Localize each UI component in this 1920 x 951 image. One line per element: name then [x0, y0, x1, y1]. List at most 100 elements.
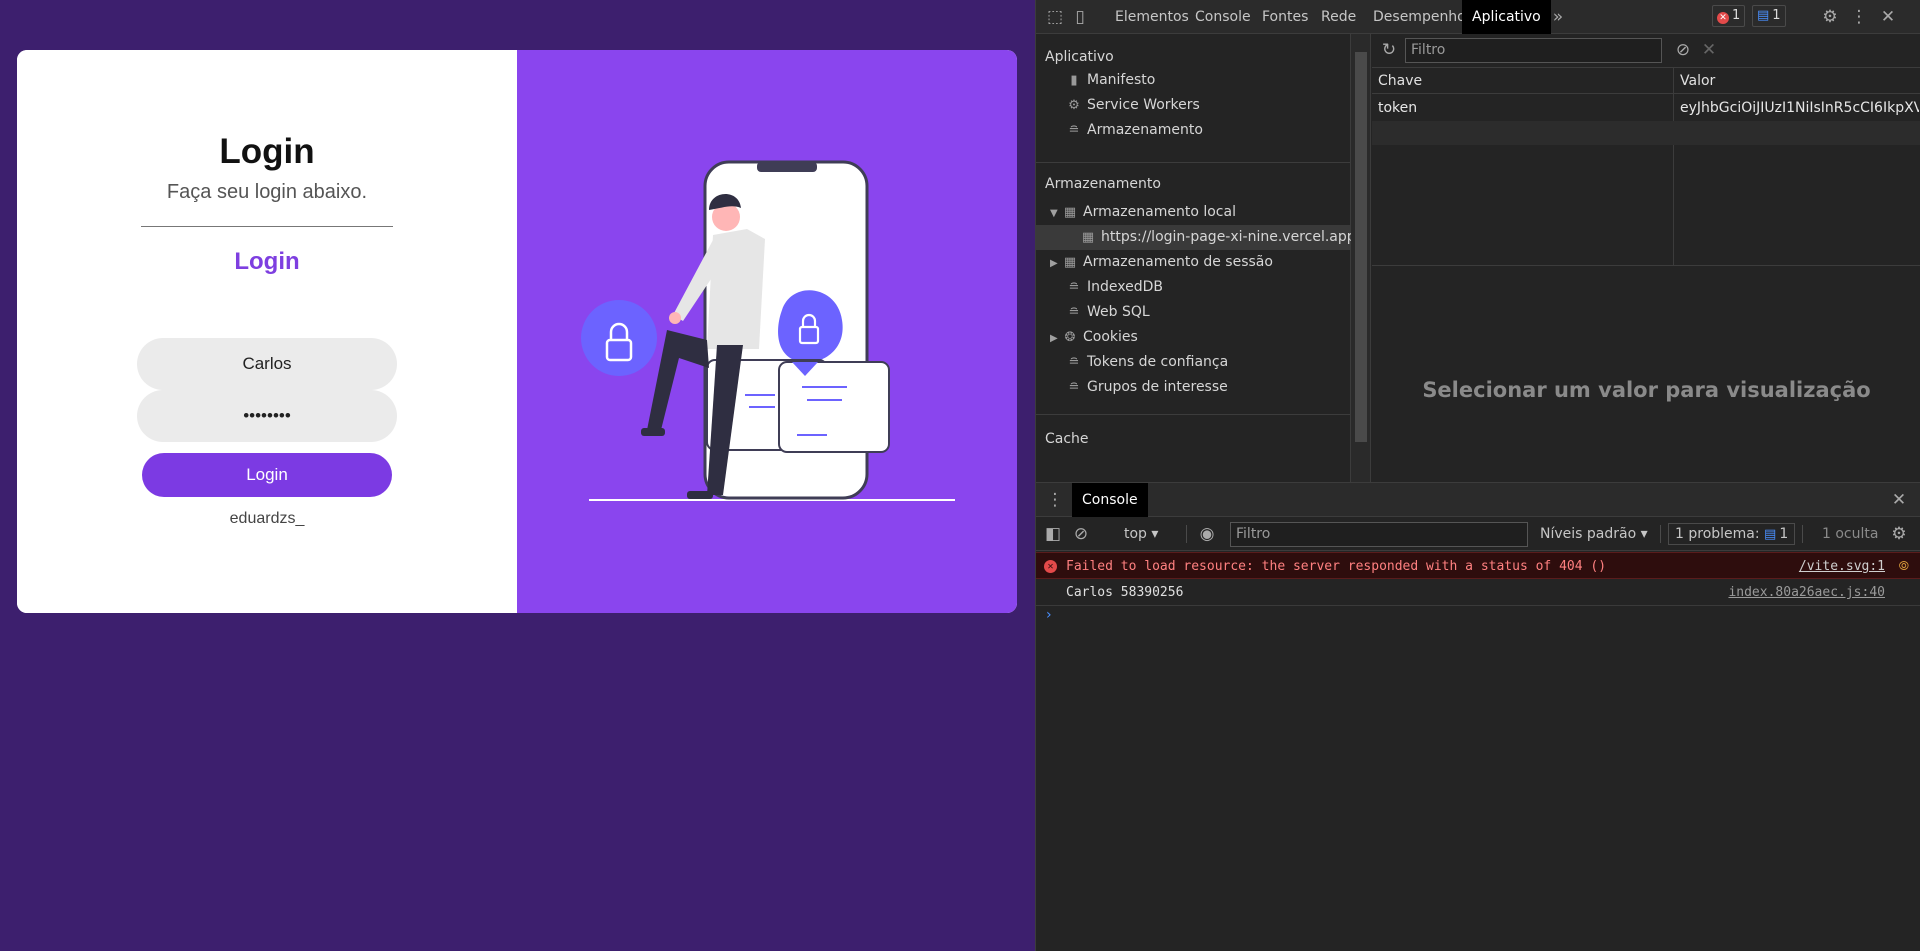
login-title: Login — [219, 132, 315, 171]
eye-icon[interactable]: ◉ — [1196, 523, 1218, 545]
table-icon: ▦ — [1081, 230, 1095, 245]
database-icon: ≘ — [1068, 280, 1080, 295]
sidebar-item-trust-tokens[interactable]: ≘ Tokens de confiança — [1036, 350, 1229, 375]
sidebar-item-manifest[interactable]: ▮ Manifesto — [1036, 68, 1155, 93]
hidden-count: 1 oculta — [1822, 526, 1879, 542]
dropdown-arrow-icon: ▾ — [1151, 526, 1159, 542]
section-header-application: Aplicativo — [1045, 49, 1114, 65]
gear-icon: ⚙ — [1068, 98, 1080, 113]
storage-toolbar: ↻ Filtro ⊘ ✕ — [1372, 34, 1920, 68]
divider — [1186, 525, 1187, 543]
table-cell-key[interactable]: token — [1372, 95, 1673, 121]
divider — [1802, 525, 1803, 543]
author-credit: eduardzs_ — [229, 510, 305, 527]
sidebar-item-local-storage[interactable]: ▼ ▦ Armazenamento local — [1036, 200, 1236, 225]
device-toolbar-icon[interactable]: ▯ — [1069, 6, 1091, 28]
storage-filter-input[interactable]: Filtro — [1405, 38, 1662, 63]
context-selector[interactable]: top ▾ — [1124, 517, 1158, 551]
login-button[interactable]: Login — [142, 453, 392, 497]
drawer-menu-icon[interactable]: ⋮ — [1044, 489, 1066, 511]
expand-arrow-icon[interactable]: ▼ — [1050, 201, 1062, 226]
column-header-value[interactable]: Valor — [1674, 68, 1920, 94]
drawer-tabbar: ⋮ Console ✕ — [1036, 483, 1920, 517]
table-icon: ▦ — [1063, 255, 1077, 270]
login-input[interactable]: Carlos — [137, 338, 397, 390]
error-icon: ✕ — [1044, 560, 1057, 573]
divider — [1036, 414, 1350, 415]
tab-console[interactable]: Console — [1185, 0, 1261, 34]
divider — [1660, 525, 1661, 543]
lock-bubble-left — [581, 300, 657, 376]
error-icon: ✕ — [1717, 12, 1729, 24]
illustration-panel — [517, 50, 1017, 613]
sidebar-item-websql[interactable]: ≘ Web SQL — [1036, 300, 1150, 325]
dropdown-arrow-icon: ▾ — [1640, 526, 1648, 542]
devtools-tabbar: ⬚ ▯ Elementos Console Fontes Rede Desemp… — [1036, 0, 1920, 34]
console-drawer: ⋮ Console ✕ ◧ ⊘ top ▾ ◉ Filtro Níveis pa… — [1036, 482, 1920, 951]
message-icon: ▤ — [1764, 527, 1777, 542]
more-tabs-icon[interactable]: » — [1547, 6, 1569, 28]
refresh-icon[interactable]: ↻ — [1378, 39, 1400, 61]
error-count-badge[interactable]: ✕ 1 — [1712, 5, 1746, 27]
message-count-badge[interactable]: ▤ 1 — [1752, 5, 1786, 27]
console-settings-gear-icon[interactable]: ⚙ — [1888, 523, 1910, 545]
devtools-panel: ⬚ ▯ Elementos Console Fontes Rede Desemp… — [1035, 0, 1920, 951]
section-header-cache: Cache — [1045, 431, 1089, 447]
network-issue-icon[interactable]: ⦾ — [1899, 553, 1909, 580]
sidebar-item-service-workers[interactable]: ⚙ Service Workers — [1036, 93, 1200, 118]
cookie-icon: ❂ — [1064, 330, 1076, 345]
inspect-element-icon[interactable]: ⬚ — [1044, 6, 1066, 28]
close-devtools-icon[interactable]: ✕ — [1877, 6, 1899, 28]
page-viewport: Login Faça seu login abaixo. Login Carlo… — [0, 0, 1035, 951]
scrollbar-thumb[interactable] — [1355, 52, 1367, 442]
message-icon: ▤ — [1757, 8, 1770, 23]
log-levels-selector[interactable]: Níveis padrão ▾ — [1540, 517, 1648, 551]
tab-application[interactable]: Aplicativo — [1462, 0, 1551, 34]
database-icon: ≘ — [1068, 123, 1080, 138]
tab-network[interactable]: Rede — [1311, 0, 1366, 34]
tab-sources[interactable]: Fontes — [1252, 0, 1318, 34]
kebab-menu-icon[interactable]: ⋮ — [1848, 6, 1870, 28]
sidebar-item-storage[interactable]: ≘ Armazenamento — [1036, 118, 1203, 143]
clear-console-icon[interactable]: ⊘ — [1070, 523, 1092, 545]
tab-console-drawer[interactable]: Console — [1072, 483, 1148, 517]
login-subtitle: Faça seu login abaixo. — [166, 181, 368, 203]
sidebar-item-local-origin[interactable]: ▦ https://login-page-xi-nine.vercel.app — [1036, 225, 1356, 250]
database-icon: ≘ — [1068, 380, 1080, 395]
console-toolbar: ◧ ⊘ top ▾ ◉ Filtro Níveis padrão ▾ 1 pro… — [1036, 517, 1920, 551]
sidebar-item-indexeddb[interactable]: ≘ IndexedDB — [1036, 275, 1163, 300]
section-header-storage: Armazenamento — [1045, 176, 1161, 192]
column-header-key[interactable]: Chave — [1372, 68, 1673, 94]
clear-all-icon[interactable]: ⊘ — [1672, 39, 1694, 61]
console-prompt[interactable]: › — [1046, 607, 1052, 623]
console-log-row[interactable]: Carlos 58390256 index.80a26aec.js:40 — [1036, 579, 1920, 606]
console-filter-input[interactable]: Filtro — [1230, 522, 1528, 547]
collapse-arrow-icon[interactable]: ▶ — [1050, 326, 1062, 351]
vertical-scrollbar[interactable] — [1351, 34, 1371, 482]
delete-selected-icon[interactable]: ✕ — [1698, 39, 1720, 61]
login-form-panel: Login Faça seu login abaixo. Login Carlo… — [17, 50, 517, 613]
table-icon: ▦ — [1063, 205, 1077, 220]
console-message: Carlos 58390256 — [1066, 585, 1184, 600]
sidebar-item-cookies[interactable]: ▶ ❂ Cookies — [1036, 325, 1138, 350]
source-link[interactable]: index.80a26aec.js:40 — [1728, 579, 1885, 606]
phone-security-illustration — [581, 160, 955, 501]
table-cell-value[interactable]: eyJhbGciOiJIUzI1NiIsInR5cCI6IkpXVC... — [1674, 95, 1919, 121]
sidebar-item-interest-groups[interactable]: ≘ Grupos de interesse — [1036, 375, 1228, 400]
console-message: Failed to load resource: the server resp… — [1066, 559, 1607, 574]
tab-performance[interactable]: Desempenho — [1363, 0, 1476, 34]
source-link[interactable]: /vite.svg:1 — [1799, 553, 1885, 580]
collapse-arrow-icon[interactable]: ▶ — [1050, 251, 1062, 276]
sidebar-item-session-storage[interactable]: ▶ ▦ Armazenamento de sessão — [1036, 250, 1273, 275]
database-icon: ≘ — [1068, 355, 1080, 370]
issues-button[interactable]: 1 problema: ▤ 1 — [1668, 523, 1796, 545]
console-error-row[interactable]: ✕ Failed to load resource: the server re… — [1036, 552, 1920, 579]
close-drawer-icon[interactable]: ✕ — [1888, 489, 1910, 511]
password-input[interactable]: •••••••• — [137, 390, 397, 442]
sidebar-toggle-icon[interactable]: ◧ — [1042, 523, 1064, 545]
application-sidebar: Aplicativo ▮ Manifesto ⚙ Service Workers ≘… — [1036, 34, 1356, 514]
settings-gear-icon[interactable]: ⚙ — [1819, 6, 1841, 28]
login-card: Login Faça seu login abaixo. Login Carlo… — [17, 50, 1017, 613]
login-field-label: Login — [234, 248, 300, 275]
file-icon: ▮ — [1070, 73, 1078, 88]
